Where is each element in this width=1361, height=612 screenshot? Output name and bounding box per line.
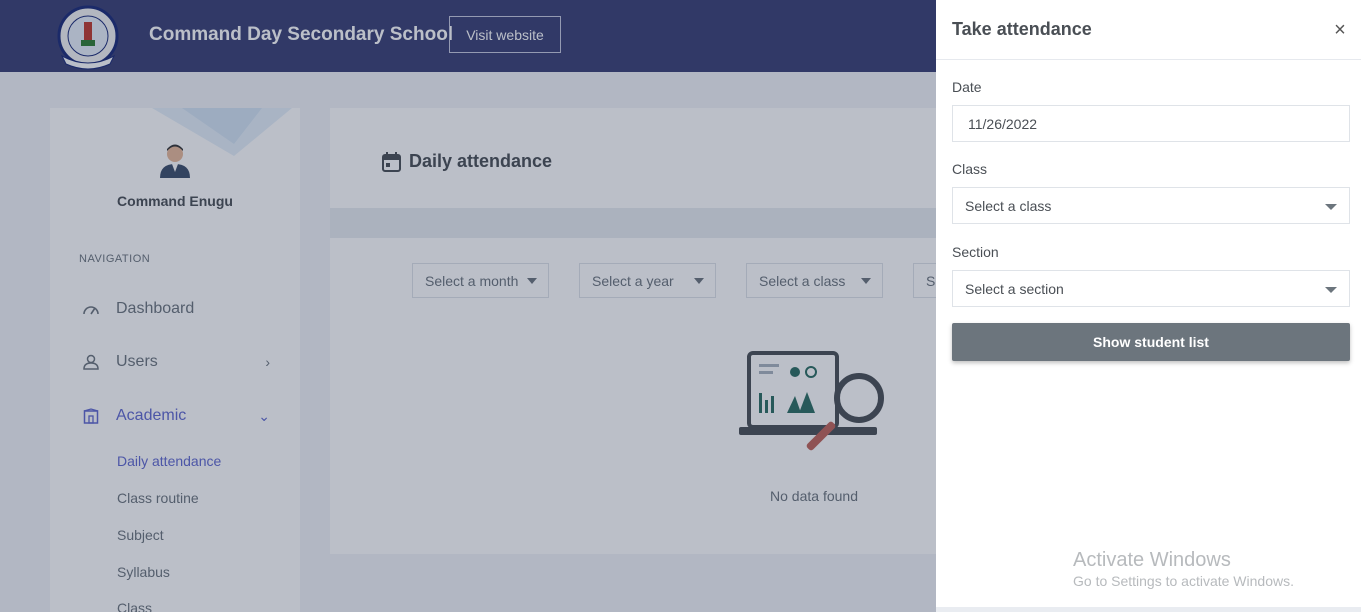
date-value: 11/26/2022 (968, 115, 1038, 132)
date-label: Date (952, 79, 982, 95)
class-select[interactable]: Select a class (952, 187, 1350, 224)
class-select-value: Select a class (965, 197, 1052, 214)
caret-down-icon (1325, 287, 1337, 293)
show-student-list-button[interactable]: Show student list (952, 323, 1350, 361)
activation-watermark-subtitle: Go to Settings to activate Windows. (1073, 573, 1294, 589)
section-select-value: Select a section (965, 280, 1064, 297)
panel-footer-strip (936, 607, 1361, 612)
caret-down-icon (1325, 204, 1337, 210)
panel-title: Take attendance (952, 19, 1092, 39)
panel-header: Take attendance × (936, 0, 1361, 60)
class-label: Class (952, 161, 988, 177)
close-icon[interactable]: × (1331, 19, 1349, 41)
take-attendance-panel: Take attendance × Date 11/26/2022 Class … (936, 0, 1361, 612)
activation-watermark-title: Activate Windows (1073, 549, 1231, 571)
section-label: Section (952, 244, 999, 260)
section-select[interactable]: Select a section (952, 270, 1350, 307)
date-field[interactable]: 11/26/2022 (952, 105, 1350, 142)
